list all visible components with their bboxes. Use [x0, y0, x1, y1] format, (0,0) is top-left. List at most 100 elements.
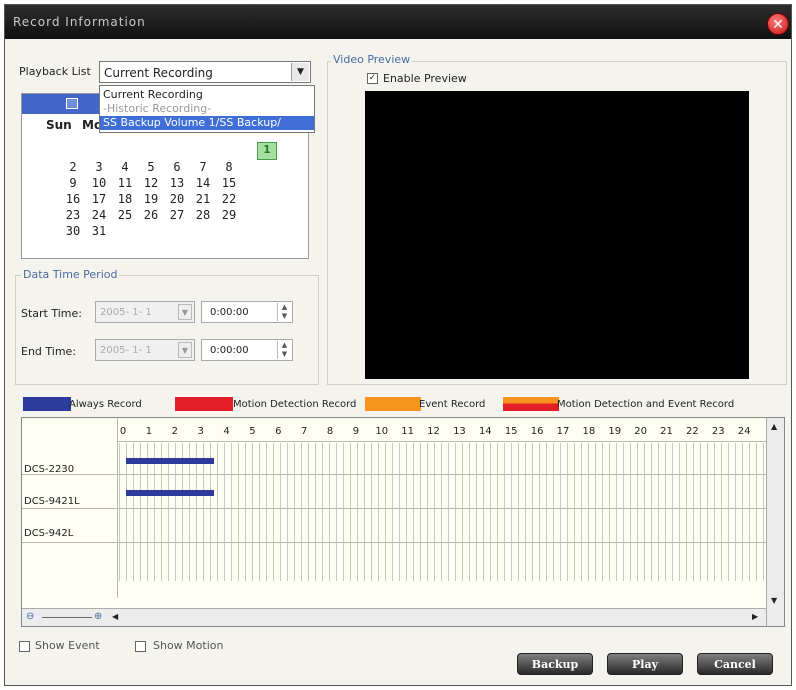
hour-label: 17 — [556, 426, 570, 437]
data-time-period-title: Data Time Period — [21, 268, 120, 281]
backup-button[interactable]: Backup — [517, 653, 593, 675]
scroll-left-icon[interactable]: ◀ — [112, 612, 118, 621]
calendar-day[interactable]: 27 — [166, 208, 188, 222]
hour-label: 21 — [660, 426, 673, 437]
show-event-checkbox[interactable] — [19, 641, 30, 652]
recording-bar[interactable] — [125, 490, 214, 496]
today-date[interactable]: 1 — [257, 142, 277, 160]
camera-row-label: DCS-9421L — [24, 496, 80, 507]
calendar-day[interactable]: 19 — [140, 192, 162, 206]
weekday-sun: Sun — [46, 118, 72, 132]
legend-label-motion-event: Motion Detection and Event Record — [557, 399, 735, 410]
playback-option-backup[interactable]: SS Backup Volume 1/SS Backup/ — [100, 116, 314, 130]
close-button[interactable]: ✕ — [767, 13, 789, 35]
show-motion-checkbox[interactable] — [135, 641, 146, 652]
calendar-day[interactable]: 23 — [62, 208, 84, 222]
calendar-icon[interactable] — [66, 98, 78, 109]
calendar-day[interactable]: 3 — [88, 160, 110, 174]
calendar-day[interactable]: 5 — [140, 160, 162, 174]
end-time-label: End Time: — [21, 345, 77, 358]
calendar-day[interactable]: 28 — [192, 208, 214, 222]
calendar-day[interactable]: 14 — [192, 176, 214, 190]
zoom-in-icon[interactable]: ⊕ — [94, 611, 102, 622]
calendar-day[interactable]: 22 — [218, 192, 240, 206]
hour-label: 14 — [478, 426, 492, 437]
calendar-day[interactable]: 29 — [218, 208, 240, 222]
calendar-day[interactable]: 15 — [218, 176, 240, 190]
cancel-button[interactable]: Cancel — [697, 653, 773, 675]
start-time-field[interactable]: 0:00:00 ▲ ▼ — [201, 301, 293, 323]
legend-label-motion: Motion Detection Record — [233, 399, 357, 410]
hour-label: 10 — [375, 426, 389, 437]
legend-label-always: Always Record — [69, 399, 142, 410]
end-date-field[interactable]: 2005- 1- 1 ▼ — [95, 339, 195, 361]
calendar-day[interactable]: 20 — [166, 192, 188, 206]
calendar-day[interactable]: 24 — [88, 208, 110, 222]
calendar-day[interactable]: 13 — [166, 176, 188, 190]
calendar-day[interactable]: 21 — [192, 192, 214, 206]
data-time-period-group — [15, 275, 319, 385]
calendar-day[interactable]: 2 — [62, 160, 84, 174]
hour-ruler — [22, 418, 766, 442]
calendar-day[interactable]: 11 — [114, 176, 136, 190]
start-date-field[interactable]: 2005- 1- 1 ▼ — [95, 301, 195, 323]
calendar-day[interactable]: 18 — [114, 192, 136, 206]
hour-label: 1 — [145, 426, 153, 437]
scroll-down-icon[interactable]: ▼ — [771, 596, 777, 605]
zoom-slider-track[interactable] — [42, 617, 92, 618]
hour-label: 8 — [326, 426, 334, 437]
calendar-day[interactable]: 8 — [218, 160, 240, 174]
start-time-value: 0:00:00 — [210, 307, 249, 318]
hour-label: 6 — [275, 426, 282, 437]
legend-swatch-motion-event — [503, 397, 559, 411]
start-time-label: Start Time: — [21, 307, 82, 320]
video-preview-screen — [365, 91, 749, 379]
scroll-up-icon[interactable]: ▲ — [771, 422, 777, 431]
legend-label-event: Event Record — [419, 399, 486, 410]
playback-list-select[interactable]: Current Recording ▼ — [99, 61, 311, 83]
hour-label: 22 — [685, 426, 699, 437]
timeline-grid[interactable] — [119, 443, 766, 581]
hour-label: 3 — [197, 426, 204, 437]
play-button[interactable]: Play — [607, 653, 683, 675]
calendar-day[interactable]: 9 — [62, 176, 84, 190]
hour-label: 18 — [582, 426, 596, 437]
horizontal-scrollbar[interactable]: ⊖ ⊕ ◀ ▶ — [22, 608, 766, 626]
end-time-field[interactable]: 0:00:00 ▲ ▼ — [201, 339, 293, 361]
calendar-day[interactable]: 31 — [88, 224, 110, 238]
chevron-down-icon[interactable]: ▼ — [178, 342, 192, 358]
window-title: Record Information — [13, 15, 146, 29]
calendar-day[interactable]: 25 — [114, 208, 136, 222]
chevron-down-icon[interactable]: ▼ — [291, 63, 309, 81]
enable-preview-label: Enable Preview — [383, 72, 467, 85]
end-date-value: 2005- 1- 1 — [100, 345, 152, 356]
calendar-day[interactable]: 4 — [114, 160, 136, 174]
hour-label: 24 — [737, 426, 751, 437]
hour-label: 2 — [171, 426, 178, 437]
playback-option-current[interactable]: Current Recording — [100, 88, 314, 102]
calendar-day[interactable]: 10 — [88, 176, 110, 190]
calendar-day[interactable]: 17 — [88, 192, 110, 206]
calendar-day[interactable]: 12 — [140, 176, 162, 190]
hour-label: 20 — [634, 426, 647, 437]
zoom-out-icon[interactable]: ⊖ — [26, 611, 34, 622]
recording-timeline: DCS-2230 DCS-9421L DCS-942L 0 1 2 3 4 5 6 7 8 9 10… — [21, 417, 785, 627]
recording-bar[interactable] — [125, 458, 214, 464]
vertical-scrollbar[interactable]: ▲ ▼ — [766, 418, 784, 626]
calendar-day[interactable]: 7 — [192, 160, 214, 174]
scroll-right-icon[interactable]: ▶ — [752, 612, 758, 621]
calendar-day[interactable]: 16 — [62, 192, 84, 206]
enable-preview-checkbox[interactable]: ✓ — [367, 73, 378, 84]
show-motion-label: Show Motion — [153, 639, 224, 652]
spinner-icon[interactable]: ▲ ▼ — [277, 341, 291, 359]
calendar-day[interactable]: 6 — [166, 160, 188, 174]
calendar-day[interactable]: 30 — [62, 224, 84, 238]
calendar-day[interactable]: 26 — [140, 208, 162, 222]
legend-swatch-event — [365, 397, 421, 411]
hour-label: 9 — [352, 426, 360, 437]
spinner-icon[interactable]: ▲ ▼ — [277, 303, 291, 321]
chevron-down-icon[interactable]: ▼ — [178, 304, 192, 320]
hour-label: 16 — [530, 426, 544, 437]
show-event-label: Show Event — [35, 639, 100, 652]
end-time-value: 0:00:00 — [210, 345, 249, 356]
